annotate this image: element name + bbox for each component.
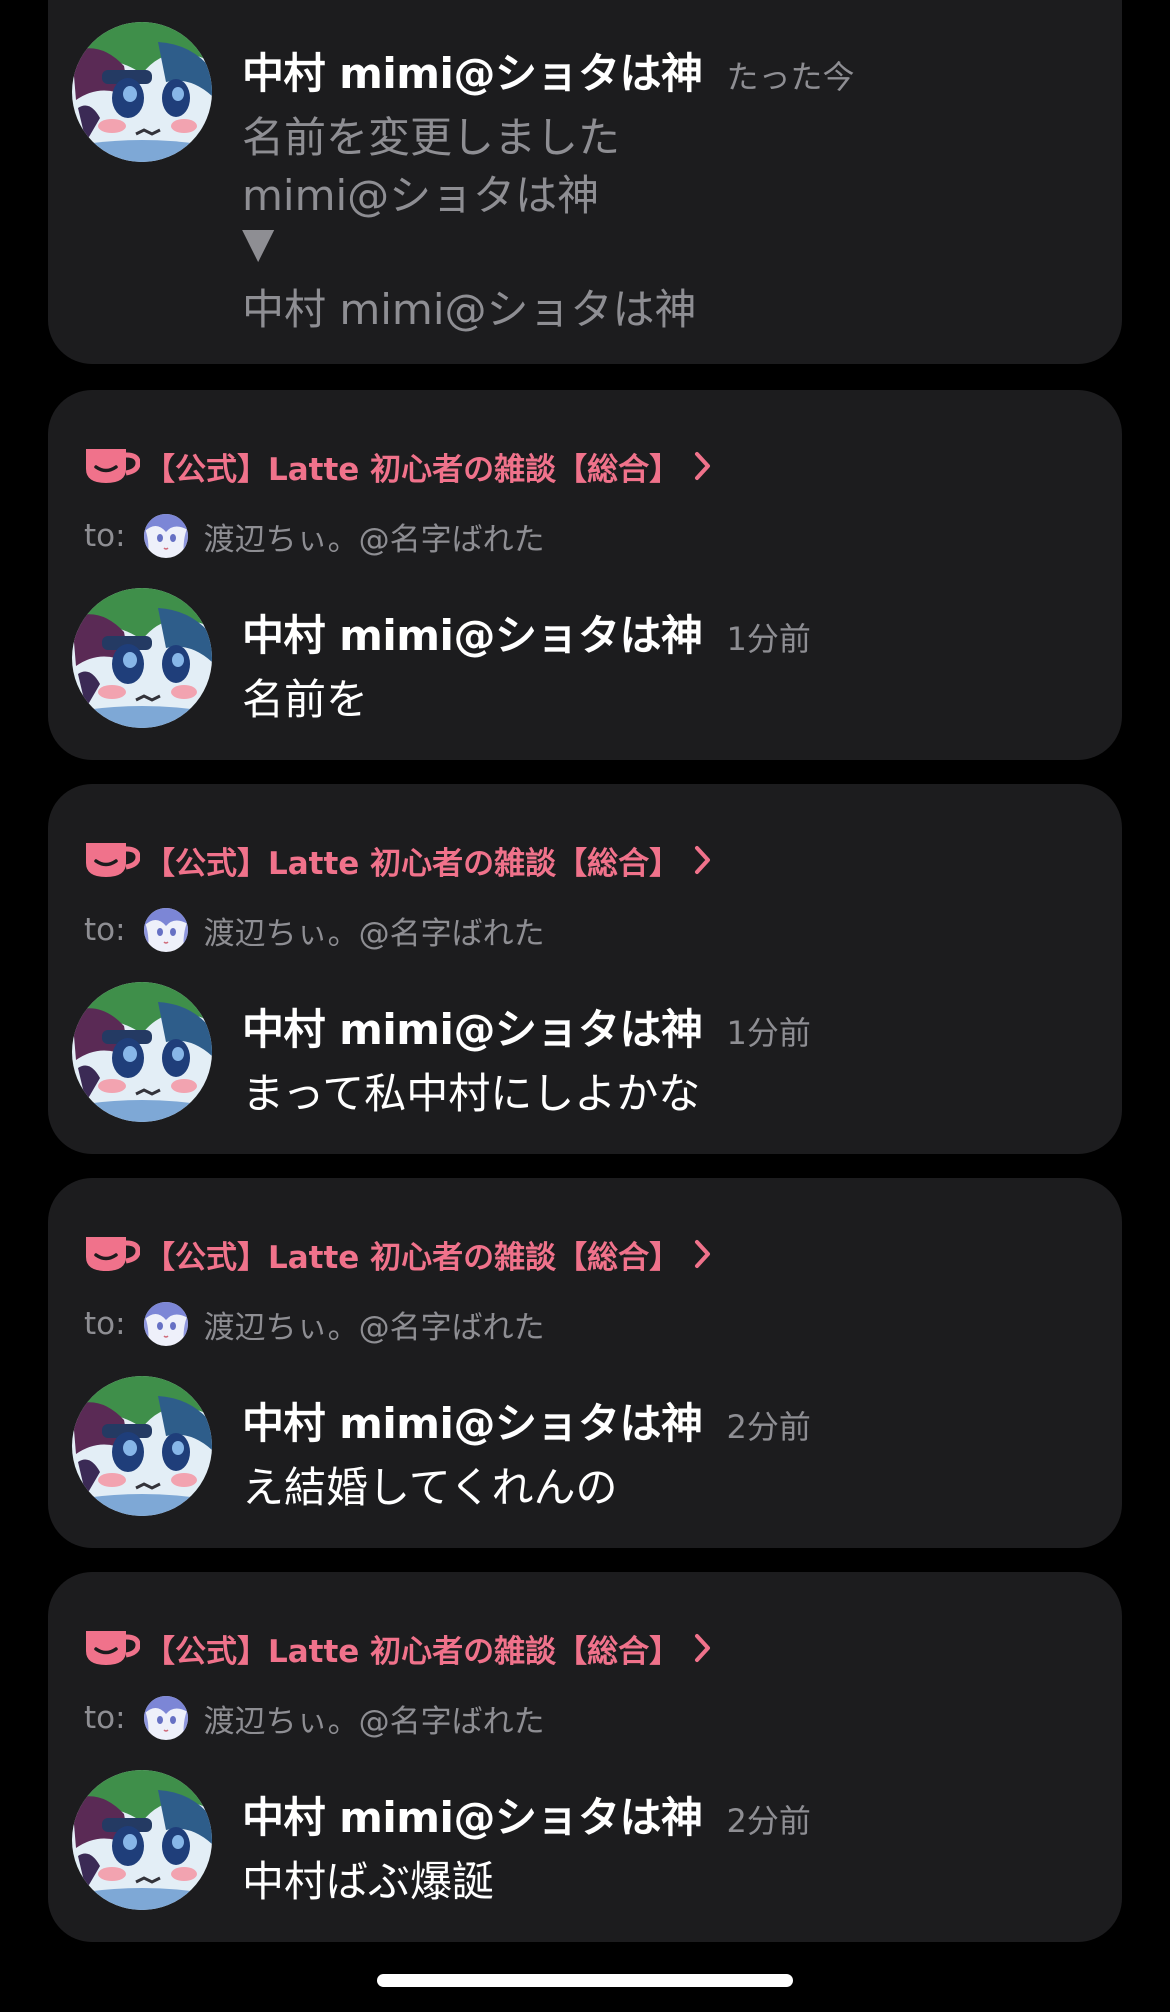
sender-avatar[interactable] [72, 1376, 212, 1516]
chevron-right-icon [695, 1634, 711, 1662]
sender-avatar[interactable] [72, 22, 212, 162]
arrow-down-marker: ▼ [242, 218, 275, 267]
timestamp: 1分前 [726, 620, 811, 658]
room-link[interactable]: 【公式】Latte 初心者の雑談【総合】 [82, 438, 712, 494]
message-card[interactable]: 【公式】Latte 初心者の雑談【総合】 to: 渡辺ちぃ。@名字ばれた 中村 … [48, 784, 1122, 1154]
recipient-row: to: 渡辺ちぃ。@名字ばれた [84, 904, 545, 956]
room-link[interactable]: 【公式】Latte 初心者の雑談【総合】 [82, 832, 712, 888]
notice-line: 名前を変更しました [242, 113, 621, 162]
message-text: え結婚してくれんの [242, 1463, 618, 1512]
room-name: 【公式】Latte 初心者の雑談【総合】 [144, 451, 681, 488]
recipient-row: to: 渡辺ちぃ。@名字ばれた [84, 1692, 545, 1744]
recipient-avatar [143, 1302, 188, 1346]
recipient-row: to: 渡辺ちぃ。@名字ばれた [84, 1298, 545, 1350]
message-card[interactable]: 【公式】Latte 初心者の雑談【総合】 to: 渡辺ちぃ。@名字ばれた 中村 … [48, 390, 1122, 760]
room-link[interactable]: 【公式】Latte 初心者の雑談【総合】 [82, 1620, 712, 1676]
recipient-avatar [143, 514, 188, 558]
chevron-right-icon [695, 1240, 711, 1268]
to-label: to: [84, 518, 126, 554]
room-name: 【公式】Latte 初心者の雑談【総合】 [144, 1239, 681, 1276]
recipient-name: 渡辺ちぃ。@名字ばれた [203, 1703, 545, 1740]
room-name: 【公式】Latte 初心者の雑談【総合】 [144, 1633, 681, 1670]
old-name-line: mimi@ショタは神 [242, 171, 600, 220]
sender-name: 中村 mimi@ショタは神 [242, 1005, 703, 1054]
coffee-cup-icon [86, 1631, 140, 1665]
sender-avatar[interactable] [72, 982, 212, 1122]
sender-avatar[interactable] [72, 588, 212, 728]
message-text: 中村ばぶ爆誕 [242, 1857, 495, 1906]
sender-name: 中村 mimi@ショタは神 [242, 1399, 703, 1448]
chevron-right-icon [695, 846, 711, 874]
timestamp: 2分前 [726, 1408, 811, 1446]
message-text: まって私中村にしよかな [242, 1069, 701, 1118]
to-label: to: [84, 1306, 126, 1342]
name-change-notice-card[interactable]: 中村 mimi@ショタは神 たった今 名前を変更しました mimi@ショタは神 … [48, 0, 1122, 364]
message-text: 名前を [242, 675, 369, 724]
to-label: to: [84, 1700, 126, 1736]
home-indicator[interactable] [377, 1974, 793, 1987]
recipient-avatar [143, 908, 188, 952]
sender-name: 中村 mimi@ショタは神 [242, 1793, 703, 1842]
recipient-row: to: 渡辺ちぃ。@名字ばれた [84, 510, 545, 562]
room-name: 【公式】Latte 初心者の雑談【総合】 [144, 845, 681, 882]
recipient-avatar [143, 1696, 188, 1740]
chevron-right-icon [695, 452, 711, 480]
sender-name: 中村 mimi@ショタは神 [242, 49, 703, 98]
recipient-name: 渡辺ちぃ。@名字ばれた [203, 915, 545, 952]
message-card[interactable]: 【公式】Latte 初心者の雑談【総合】 to: 渡辺ちぃ。@名字ばれた 中村 … [48, 1572, 1122, 1942]
coffee-cup-icon [86, 843, 140, 877]
recipient-name: 渡辺ちぃ。@名字ばれた [203, 521, 545, 558]
timestamp: たった今 [726, 58, 855, 96]
timestamp: 2分前 [726, 1802, 811, 1840]
message-card[interactable]: 【公式】Latte 初心者の雑談【総合】 to: 渡辺ちぃ。@名字ばれた 中村 … [48, 1178, 1122, 1548]
room-link[interactable]: 【公式】Latte 初心者の雑談【総合】 [82, 1226, 712, 1282]
sender-avatar[interactable] [72, 1770, 212, 1910]
new-name-line: 中村 mimi@ショタは神 [242, 285, 697, 334]
timestamp: 1分前 [726, 1014, 811, 1052]
recipient-name: 渡辺ちぃ。@名字ばれた [203, 1309, 545, 1346]
sender-name: 中村 mimi@ショタは神 [242, 611, 703, 660]
coffee-cup-icon [86, 1237, 140, 1271]
coffee-cup-icon [86, 449, 140, 483]
to-label: to: [84, 912, 126, 948]
